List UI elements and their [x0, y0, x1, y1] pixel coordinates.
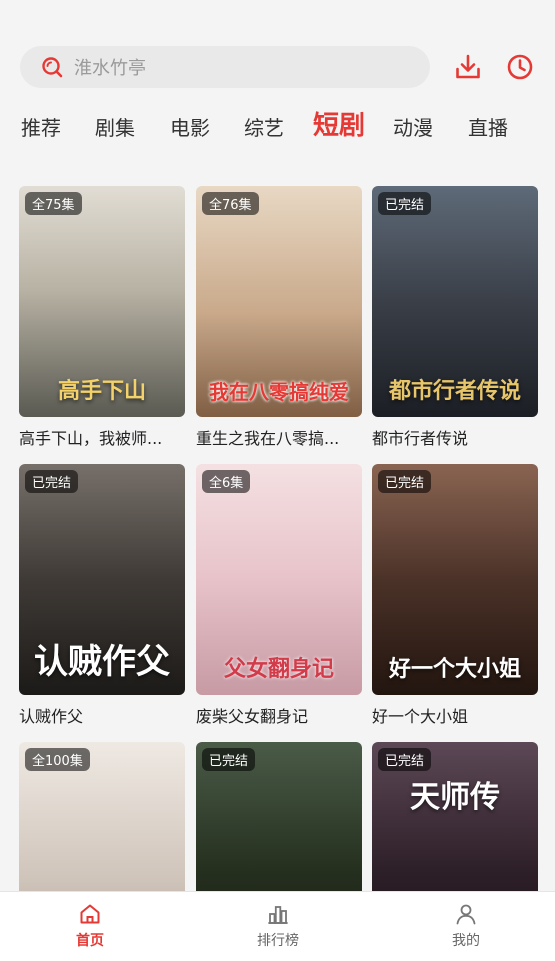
- poster-caption: 高手下山: [57, 378, 146, 404]
- card-title: 都市行者传说: [372, 429, 469, 448]
- poster-image: 父女翻身记 全6集: [196, 464, 362, 695]
- nav-profile-label: 我的: [452, 933, 480, 949]
- poster-image: 认贼作父 已完结: [19, 464, 185, 695]
- drama-card[interactable]: 认贼作父 已完结 认贼作父: [19, 464, 185, 727]
- card-title: 好一个大小姐: [372, 707, 469, 726]
- status-badge: 已完结: [202, 748, 256, 771]
- poster-image: 都市行者传说 已完结: [372, 186, 538, 417]
- poster-caption: 都市行者传说: [388, 378, 521, 404]
- drama-card[interactable]: 好一个大小姐 已完结 好一个大小姐: [372, 464, 538, 727]
- ranking-icon: [268, 906, 288, 924]
- search-bar[interactable]: 淮水竹亭: [20, 46, 430, 88]
- poster-caption: 认贼作父: [34, 642, 170, 682]
- tab-movies[interactable]: 电影: [170, 108, 210, 148]
- poster-caption: 我在八零搞纯爱: [209, 380, 349, 404]
- nav-home-label: 首页: [76, 933, 104, 949]
- category-tabs: 推荐 剧集 电影 综艺 短剧 动漫 直播: [0, 108, 555, 148]
- profile-icon: [456, 904, 476, 925]
- episode-badge: 全75集: [25, 192, 82, 215]
- bottom-navigation: 首页 排行榜 我的: [0, 891, 555, 961]
- episode-badge: 全100集: [25, 748, 90, 771]
- drama-card[interactable]: 我在八零搞纯爱 全76集 重生之我在八零搞...: [196, 186, 362, 449]
- drama-card[interactable]: 父女翻身记 全6集 废柴父女翻身记: [196, 464, 362, 727]
- tab-short-drama[interactable]: 短剧: [313, 106, 365, 146]
- download-icon: [456, 54, 480, 79]
- history-button[interactable]: [506, 53, 534, 81]
- episode-badge: 全6集: [202, 470, 251, 493]
- card-title: 重生之我在八零搞...: [196, 429, 340, 448]
- drama-card[interactable]: 高手下山 全75集 高手下山，我被师...: [19, 186, 185, 449]
- download-button[interactable]: [454, 53, 482, 81]
- card-title: 废柴父女翻身记: [196, 707, 309, 726]
- search-placeholder: 淮水竹亭: [74, 58, 146, 79]
- poster-image: 好一个大小姐 已完结: [372, 464, 538, 695]
- status-badge: 已完结: [378, 748, 432, 771]
- status-badge: 已完结: [378, 470, 432, 493]
- nav-ranking[interactable]: 排行榜: [228, 902, 328, 950]
- poster-caption: 父女翻身记: [223, 656, 334, 682]
- tab-live[interactable]: 直播: [468, 108, 508, 148]
- home-icon: [80, 904, 100, 924]
- tab-variety[interactable]: 综艺: [244, 108, 284, 148]
- tab-recommend[interactable]: 推荐: [21, 108, 61, 148]
- card-title: 高手下山，我被师...: [19, 429, 163, 448]
- drama-card[interactable]: 都市行者传说 已完结 都市行者传说: [372, 186, 538, 449]
- app-root: 淮水竹亭 推荐 剧集 电影 综艺 短剧 动漫 直播 高手下山 全75集 高手下山…: [0, 0, 555, 961]
- nav-ranking-label: 排行榜: [257, 933, 299, 949]
- history-clock-icon: [507, 54, 533, 80]
- nav-home[interactable]: 首页: [40, 902, 140, 950]
- card-title: 认贼作父: [19, 707, 84, 726]
- status-badge: 已完结: [378, 192, 432, 215]
- tab-anime[interactable]: 动漫: [393, 108, 433, 148]
- nav-profile[interactable]: 我的: [416, 902, 516, 950]
- poster-caption: 天师传: [410, 780, 500, 815]
- poster-image: 我在八零搞纯爱 全76集: [196, 186, 362, 417]
- poster-image: 高手下山 全75集: [19, 186, 185, 417]
- episode-badge: 全76集: [202, 192, 259, 215]
- tab-series[interactable]: 剧集: [95, 108, 135, 148]
- status-badge: 已完结: [25, 470, 79, 493]
- search-icon: [42, 57, 63, 78]
- poster-caption: 好一个大小姐: [388, 656, 521, 682]
